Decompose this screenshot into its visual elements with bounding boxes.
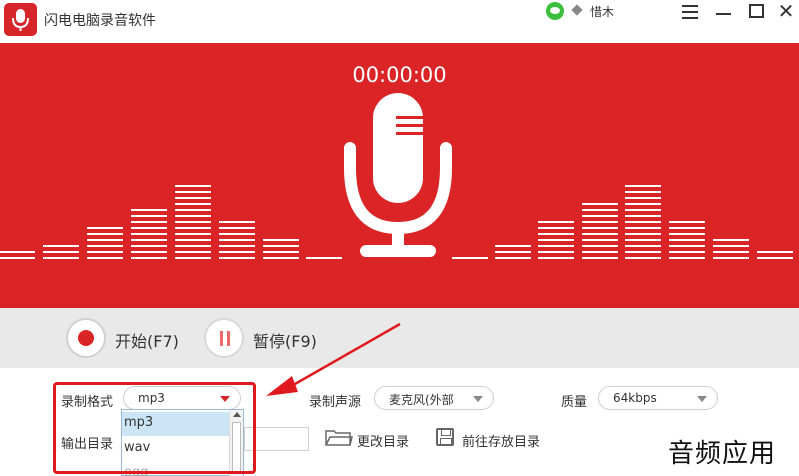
start-record-label[interactable]: 开始(F7) xyxy=(115,328,179,352)
level-bar xyxy=(87,227,123,263)
vip-icon xyxy=(571,4,583,16)
change-dir-button[interactable]: 更改目录 xyxy=(357,431,409,450)
folder-icon[interactable] xyxy=(325,429,353,447)
level-bar xyxy=(43,245,79,263)
annotation-arrow-icon xyxy=(266,322,401,396)
save-icon[interactable] xyxy=(436,428,454,446)
quality-label: 质量 xyxy=(561,395,588,410)
title-bar: 闪电电脑录音软件 惜木 ✕ xyxy=(0,0,799,40)
minimize-icon[interactable] xyxy=(713,2,735,20)
level-bar xyxy=(219,221,255,263)
maximize-icon[interactable] xyxy=(746,2,768,20)
level-bar xyxy=(263,239,299,263)
quality-select-value: 64kbps xyxy=(613,391,657,405)
microphone-icon xyxy=(344,93,452,257)
open-dir-button[interactable]: 前往存放目录 xyxy=(462,431,540,450)
pause-record-button[interactable] xyxy=(204,318,244,358)
start-record-button[interactable] xyxy=(66,318,106,358)
app-title: 闪电电脑录音软件 xyxy=(44,13,156,29)
visualizer-panel: 00:00:00 xyxy=(0,43,799,308)
record-timer: 00:00:00 xyxy=(352,63,447,87)
close-icon[interactable]: ✕ xyxy=(775,1,797,21)
level-bar xyxy=(175,185,211,263)
level-bar xyxy=(538,221,574,263)
chevron-down-icon[interactable] xyxy=(697,396,707,402)
chevron-down-icon[interactable] xyxy=(473,396,483,402)
watermark-text: 音频应用 xyxy=(668,439,777,469)
logo-microphone-icon xyxy=(12,9,29,31)
wechat-icon[interactable] xyxy=(546,2,564,20)
annotation-highlight-box xyxy=(53,382,256,474)
level-bar xyxy=(582,203,618,263)
level-bar xyxy=(757,251,793,263)
level-bar xyxy=(669,221,705,263)
level-bar xyxy=(625,185,661,263)
user-name[interactable]: 惜木 xyxy=(590,3,614,20)
quality-select[interactable]: 64kbps xyxy=(598,386,718,410)
level-bar xyxy=(131,209,167,263)
level-bar xyxy=(0,251,35,263)
app-logo xyxy=(4,3,37,36)
level-bar xyxy=(306,257,342,263)
menu-icon[interactable] xyxy=(679,2,701,20)
level-bar xyxy=(495,245,531,263)
level-bar xyxy=(713,239,749,263)
